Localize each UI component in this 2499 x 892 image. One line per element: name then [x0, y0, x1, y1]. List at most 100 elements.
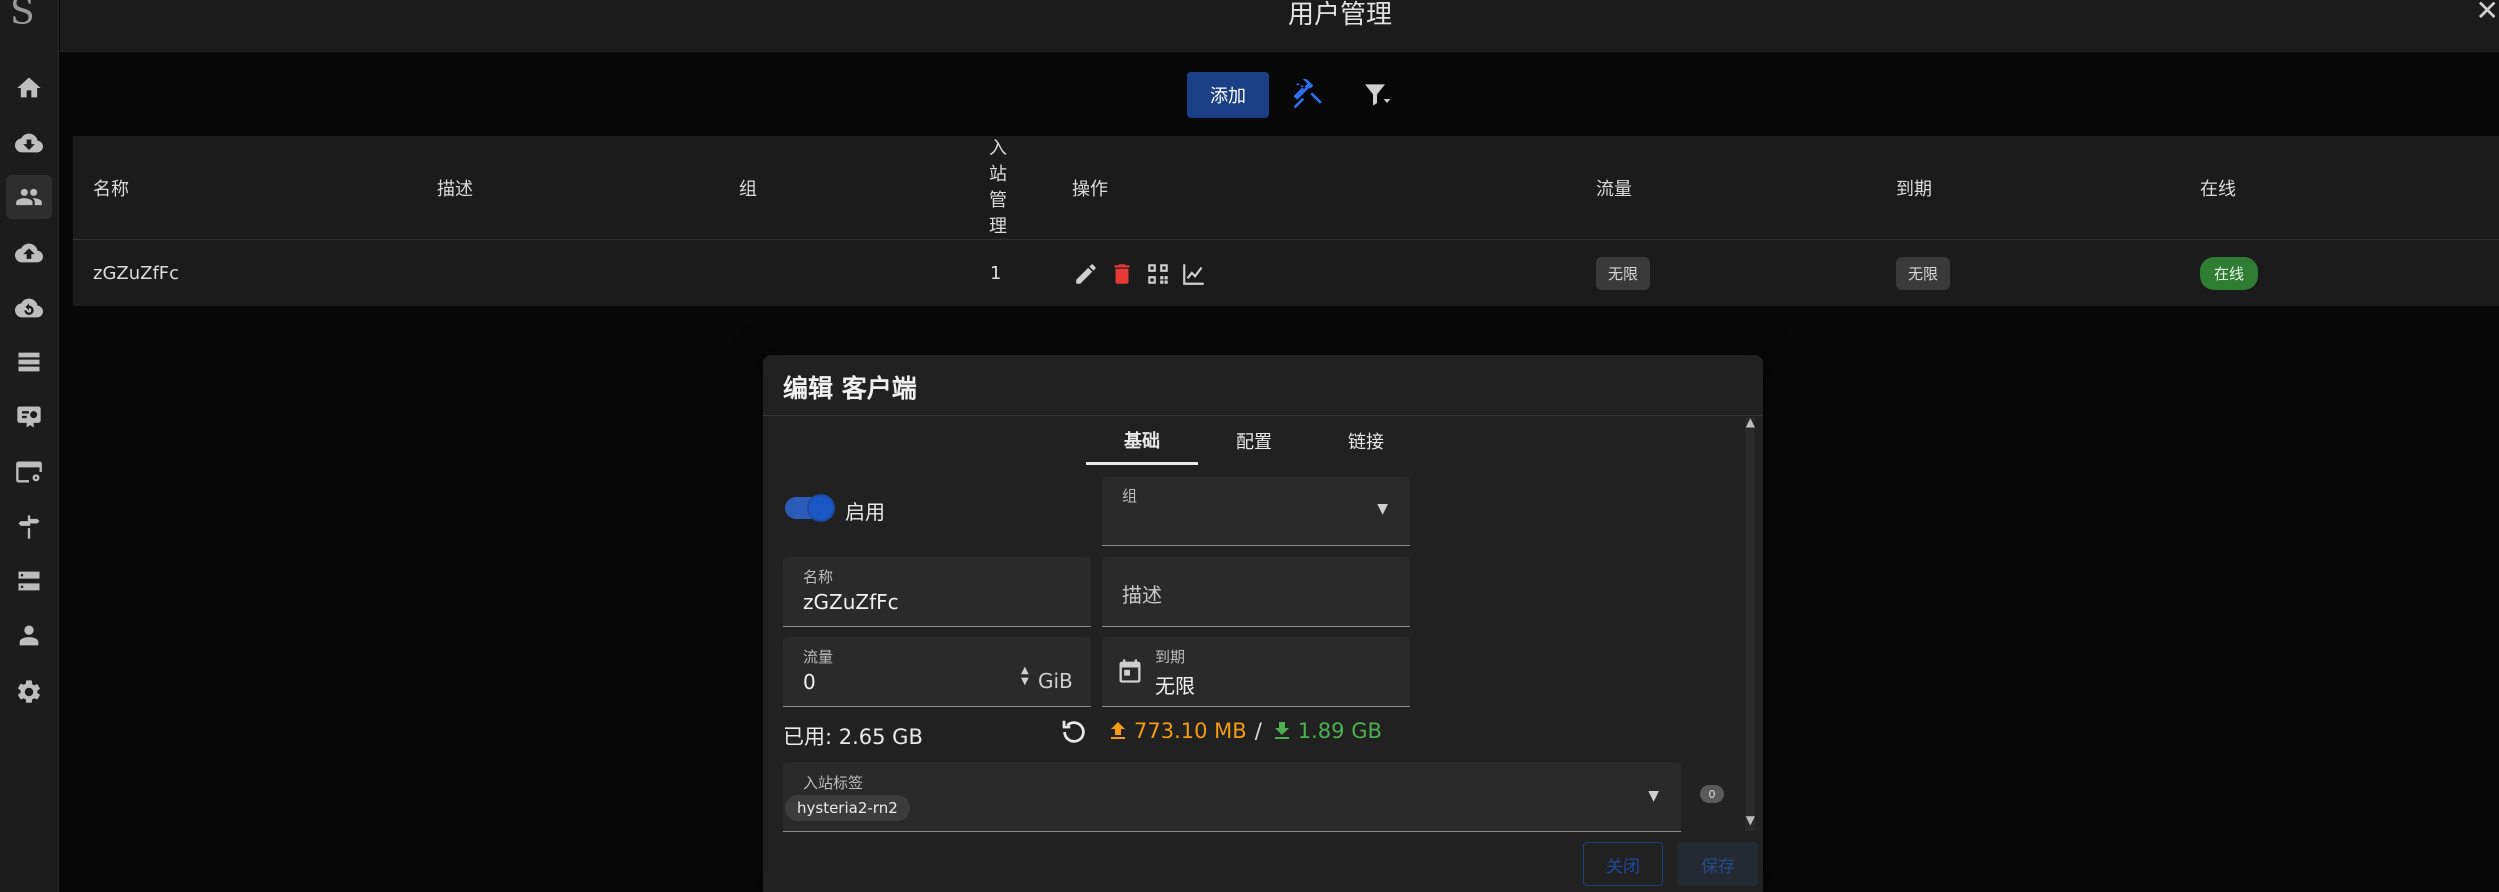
upload-value: 773.10 MB: [1134, 719, 1247, 743]
server-icon: [18, 571, 40, 591]
web-gear-icon: [16, 461, 42, 483]
tab-config[interactable]: 配置: [1198, 417, 1310, 465]
inbound-tags-label: 入站标签: [803, 774, 864, 792]
name-value: zGZuZfFc: [803, 590, 899, 614]
header-inbounds-char: 站: [989, 164, 1007, 185]
sidebar-item-services[interactable]: [6, 286, 52, 330]
dialog-divider: [763, 415, 1763, 416]
expiry-cell: 无限: [1896, 241, 1951, 306]
dialog-scrollbar[interactable]: [1745, 417, 1755, 831]
sidebar-item-inbounds[interactable]: [6, 121, 52, 165]
close-icon[interactable]: ✕: [2476, 0, 2499, 27]
tag-count-badge: 0: [1700, 785, 1724, 803]
list-icon: [18, 352, 40, 372]
traffic-cell: 无限: [1596, 241, 1651, 306]
description-placeholder: 描述: [1122, 583, 1162, 607]
cloud-upload-icon: [15, 243, 43, 263]
chevron-down-icon: ▼: [1648, 788, 1659, 804]
inbound-tag-chip[interactable]: hysteria2-rn2: [785, 795, 910, 821]
edit-icon[interactable]: [1072, 260, 1100, 288]
download-icon: [1274, 722, 1289, 739]
header-description[interactable]: 描述: [437, 136, 473, 240]
sidebar-item-home[interactable]: [6, 66, 52, 110]
header-inbounds[interactable]: 入 站 管 理: [988, 136, 1008, 240]
traffic-separator: /: [1254, 719, 1262, 743]
sidebar-item-settings[interactable]: [6, 670, 52, 714]
chart-icon[interactable]: [1180, 260, 1208, 288]
sidebar-item-dns[interactable]: [6, 450, 52, 494]
tools-icon: [1293, 79, 1322, 109]
scroll-down-icon[interactable]: ▼: [1746, 813, 1755, 827]
enable-toggle[interactable]: [785, 494, 835, 522]
page-title: 用户管理: [1287, 0, 1392, 30]
client-inbound-count: 1: [990, 263, 1002, 284]
header-inbounds-char: 管: [989, 190, 1007, 211]
cloud-sync-icon: [15, 298, 43, 318]
client-name: zGZuZfFc: [93, 263, 180, 284]
toggle-knob: [807, 494, 835, 522]
description-field[interactable]: 描述: [1102, 557, 1410, 627]
sidebar-item-outbounds[interactable]: [6, 231, 52, 275]
group-select[interactable]: 组 ▼: [1102, 477, 1410, 546]
top-bar: 用户管理 ✕: [60, 0, 2499, 52]
tab-basic[interactable]: 基础: [1086, 417, 1198, 465]
traffic-stats: 773.10 MB / 1.89 GB: [1106, 719, 1382, 743]
row-actions: [1072, 241, 1216, 306]
sidebar: S: [0, 0, 59, 892]
download-stat: 1.89 GB: [1270, 719, 1382, 743]
header-name[interactable]: 名称: [93, 136, 129, 240]
upload-icon: [1111, 722, 1125, 739]
certificate-icon: [17, 406, 41, 428]
traffic-volume-value: 0: [803, 670, 816, 694]
sidebar-item-rules[interactable]: [6, 340, 52, 384]
calendar-icon[interactable]: [1116, 657, 1144, 685]
home-icon: [17, 77, 41, 98]
name-label: 名称: [803, 568, 834, 586]
clients-table: 名称 描述 组 入 站 管 理 操作 流量 到期 在线 zGZuZfFc 1 无…: [73, 136, 2499, 306]
delete-icon[interactable]: [1108, 260, 1136, 288]
qrcode-icon[interactable]: [1144, 260, 1172, 288]
chevron-down-icon: ▼: [1377, 501, 1388, 517]
sidebar-item-server[interactable]: [6, 559, 52, 603]
header-group[interactable]: 组: [739, 136, 757, 240]
sidebar-item-tls[interactable]: [6, 395, 52, 439]
inbound-tags-select[interactable]: 入站标签 ▼: [783, 762, 1681, 832]
reset-traffic-icon[interactable]: [1059, 717, 1089, 747]
header-traffic[interactable]: 流量: [1596, 136, 1632, 240]
close-button[interactable]: 关闭: [1583, 842, 1663, 886]
expiry-field[interactable]: 到期 无限: [1102, 637, 1410, 707]
sidebar-item-clients[interactable]: [6, 175, 52, 219]
header-expiry[interactable]: 到期: [1896, 136, 1932, 240]
add-button[interactable]: 添加: [1187, 72, 1269, 118]
traffic-volume-field[interactable]: 流量 0 ▲ ▼ GiB: [783, 637, 1091, 707]
header-online[interactable]: 在线: [2200, 136, 2236, 240]
name-field[interactable]: 名称 zGZuZfFc: [783, 557, 1091, 627]
app-logo[interactable]: S: [10, 0, 35, 33]
edit-client-dialog: 编辑 客户端 ▲ ▼ 基础 配置 链接 启用 组 ▼ 名称 zGZuZfFc 描…: [763, 355, 1763, 892]
header-inbounds-char: 理: [989, 216, 1007, 237]
signpost-icon: [18, 515, 40, 539]
online-status-badge: 在线: [2200, 257, 2259, 290]
tools-button[interactable]: [1290, 78, 1324, 112]
people-icon: [16, 188, 42, 206]
header-actions: 操作: [1072, 179, 1108, 200]
traffic-volume-label: 流量: [803, 648, 834, 666]
online-cell: 在线: [2200, 241, 2259, 306]
sidebar-item-admins[interactable]: [6, 614, 52, 658]
upload-stat: 773.10 MB: [1106, 719, 1247, 743]
traffic-badge: 无限: [1596, 257, 1651, 290]
dialog-tabs: 基础 配置 链接: [1086, 417, 1426, 465]
header-inbounds-char: 入: [989, 138, 1007, 159]
traffic-unit: GiB: [1038, 669, 1073, 693]
sidebar-item-routing[interactable]: [6, 505, 52, 549]
used-traffic: 已用: 2.65 GB: [783, 725, 923, 749]
admin-icon: [19, 625, 39, 646]
dialog-title: 编辑 客户端: [783, 374, 917, 403]
tab-links[interactable]: 链接: [1310, 417, 1422, 465]
expiry-label: 到期: [1155, 648, 1186, 666]
scroll-up-icon[interactable]: ▲: [1746, 415, 1755, 429]
save-button[interactable]: 保存: [1678, 842, 1758, 886]
table-row[interactable]: zGZuZfFc 1 无限 无限 在线: [73, 241, 2499, 306]
stepper-icon[interactable]: ▲ ▼: [1021, 665, 1029, 687]
filter-button[interactable]: [1360, 78, 1394, 112]
